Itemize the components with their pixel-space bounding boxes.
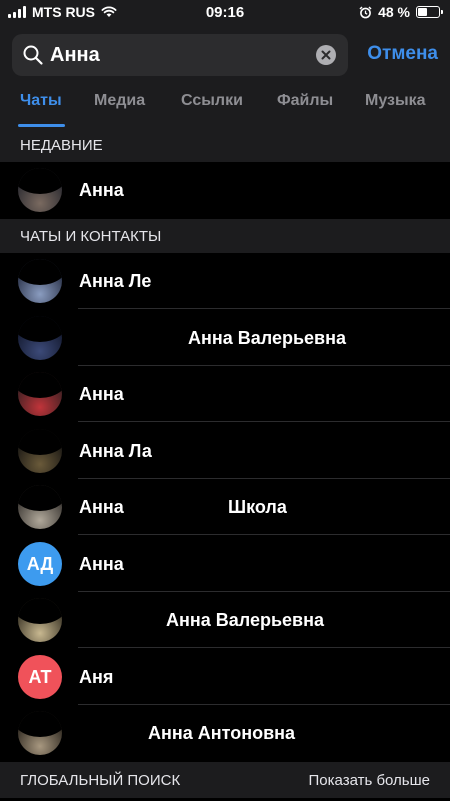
contact-name: Анна Антоновна	[148, 723, 296, 743]
result-row[interactable]: Анна Антоновна	[0, 705, 450, 761]
avatar	[18, 316, 62, 360]
show-more-link[interactable]: Показать больше	[309, 772, 430, 789]
section-recent: НЕДАВНИЕ	[0, 128, 450, 162]
result-row[interactable]: АД Анна	[0, 536, 450, 592]
battery-percent: 48 %	[378, 4, 410, 20]
search-input[interactable]	[50, 34, 310, 76]
section-recent-title: НЕДАВНИЕ	[20, 136, 103, 154]
contact-name: Анна	[79, 554, 124, 574]
status-right: 48 %	[359, 4, 443, 20]
result-row[interactable]: Анна	[0, 366, 450, 422]
search-header: Отмена Чаты Медиа Ссылки Файлы Музыка	[0, 26, 450, 128]
row-separator	[78, 308, 450, 309]
battery-icon	[416, 6, 443, 18]
row-separator	[78, 534, 450, 535]
tab-chats[interactable]: Чаты	[20, 92, 62, 110]
result-row[interactable]: АТ Аня	[0, 649, 450, 705]
result-row[interactable]: Анна Валерьевна	[0, 592, 450, 648]
contact-name: Анна	[79, 497, 124, 517]
search-box[interactable]	[12, 34, 348, 76]
section-chats-contacts: ЧАТЫ И КОНТАКТЫ	[0, 219, 450, 253]
row-separator	[78, 647, 450, 648]
result-row[interactable]: Анна Валерьевна	[0, 310, 450, 366]
avatar	[18, 429, 62, 473]
section-global-search-title: ГЛОБАЛЬНЫЙ ПОИСК	[20, 771, 181, 789]
avatar	[18, 598, 62, 642]
tab-media[interactable]: Медиа	[94, 92, 145, 110]
contact-name: Анна Ле	[79, 271, 152, 291]
contact-name: Анна Валерьевна	[188, 328, 346, 348]
initials-avatar: АТ	[18, 655, 62, 699]
section-chats-contacts-title: ЧАТЫ И КОНТАКТЫ	[20, 227, 162, 245]
search-icon	[23, 45, 43, 65]
result-row[interactable]: Анна Школа	[0, 479, 450, 535]
contact-name: Анна Ла	[79, 441, 152, 461]
avatar	[18, 485, 62, 529]
alarm-icon	[359, 5, 372, 18]
result-row[interactable]: Анна Ла	[0, 423, 450, 479]
contact-name: Анна	[79, 180, 124, 200]
section-global-search: ГЛОБАЛЬНЫЙ ПОИСК Показать больше	[0, 762, 450, 798]
avatar	[18, 372, 62, 416]
avatar	[18, 168, 62, 212]
status-bar: MTS RUS 09:16 48 %	[0, 0, 450, 26]
result-row[interactable]: Анна Ле	[0, 253, 450, 309]
tab-music[interactable]: Музыка	[365, 92, 426, 110]
avatar	[18, 259, 62, 303]
contact-name: Анна Валерьевна	[166, 610, 324, 630]
contact-name: Анна	[79, 384, 124, 404]
clear-search-icon[interactable]	[316, 45, 336, 65]
tab-files[interactable]: Файлы	[277, 92, 333, 110]
contact-name: Аня	[79, 667, 114, 687]
contact-name-suffix: Школа	[228, 497, 287, 517]
active-tab-indicator	[18, 124, 65, 127]
filter-tabs: Чаты Медиа Ссылки Файлы Музыка	[0, 88, 450, 128]
tab-links[interactable]: Ссылки	[181, 92, 243, 110]
initials-avatar: АД	[18, 542, 62, 586]
row-separator	[78, 421, 450, 422]
cancel-button[interactable]: Отмена	[367, 43, 438, 65]
avatar	[18, 711, 62, 755]
recent-row[interactable]: Анна	[0, 162, 450, 218]
